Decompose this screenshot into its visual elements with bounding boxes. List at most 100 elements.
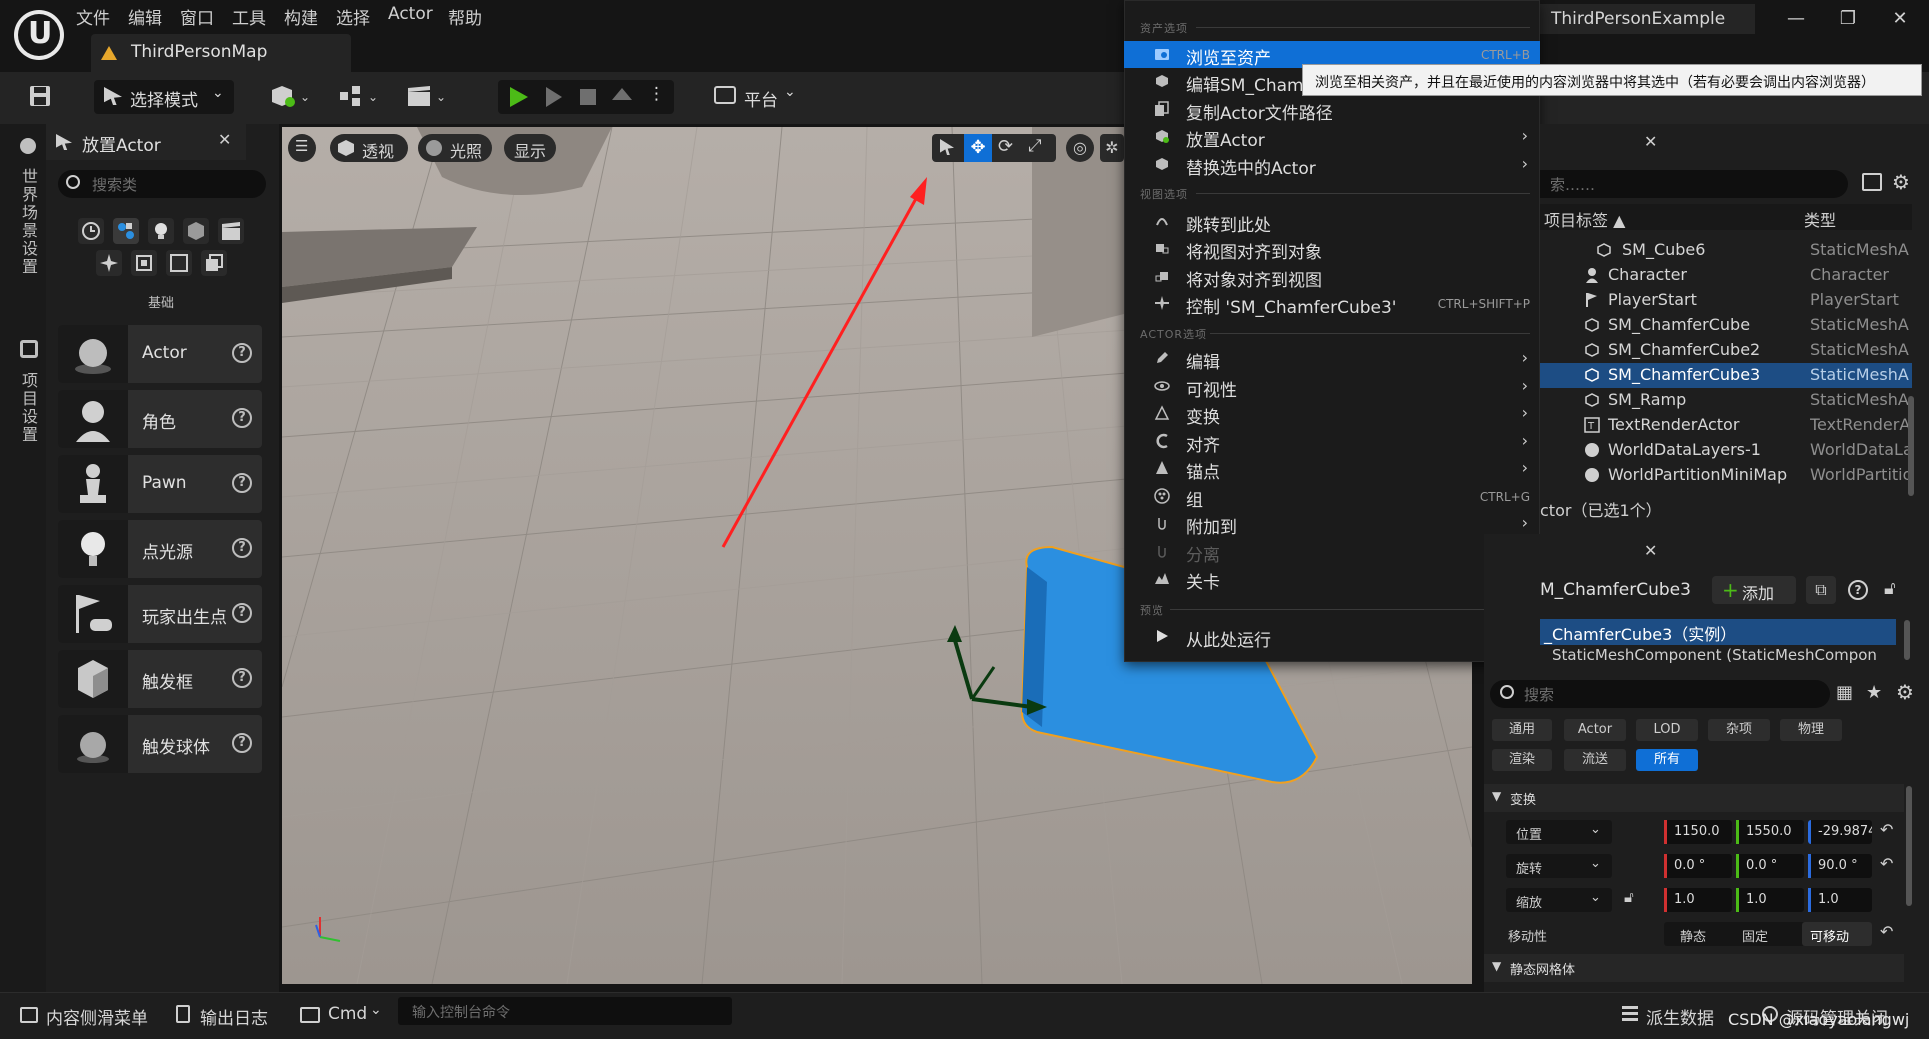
scale-lock-icon[interactable]: 🔓︎ xyxy=(1624,888,1634,906)
rotation-y[interactable]: 0.0 ° xyxy=(1736,854,1804,878)
outliner-scrollbar[interactable] xyxy=(1908,396,1914,496)
world-settings-tab[interactable]: 世界场景设置 xyxy=(16,168,40,276)
outliner-tab[interactable]: ✕ xyxy=(1540,130,1660,158)
volumes-icon[interactable] xyxy=(131,250,157,276)
help-icon[interactable]: ? xyxy=(232,668,252,688)
star-icon[interactable]: ★ xyxy=(1866,682,1882,703)
stop-icon[interactable] xyxy=(580,89,596,105)
help-icon[interactable]: ? xyxy=(232,603,252,623)
rotation-x[interactable]: 0.0 ° xyxy=(1664,854,1732,878)
actor-item-trigger-box[interactable]: 触发框 ? xyxy=(58,650,262,708)
restore-icon[interactable]: ❐ xyxy=(1830,8,1866,34)
settings-icon[interactable]: ⚙ xyxy=(1896,680,1914,704)
console-input[interactable]: 输入控制台命令 xyxy=(398,997,732,1025)
rotation-dropdown[interactable]: 旋转 ⌄ xyxy=(1506,854,1612,878)
help-icon[interactable]: ? xyxy=(1848,580,1868,600)
unreal-logo-icon[interactable]: U xyxy=(14,10,64,60)
outliner-search[interactable]: 索…… xyxy=(1540,170,1848,198)
transform-section-header[interactable]: ▼ 变换 xyxy=(1484,784,1904,812)
menu-snap-view-to-object[interactable]: 将视图对齐到对象 xyxy=(1124,235,1540,263)
reset-icon[interactable]: ↶ xyxy=(1880,820,1893,839)
recent-icon[interactable] xyxy=(78,218,104,244)
minimize-icon[interactable]: — xyxy=(1778,8,1814,34)
basic-icon[interactable] xyxy=(113,218,139,244)
cmd-dropdown[interactable]: Cmd ⌄ xyxy=(300,998,390,1032)
close-icon[interactable]: ✕ xyxy=(1882,8,1918,34)
world-local-icon[interactable]: ◎ xyxy=(1066,134,1094,162)
map-tab[interactable]: ThirdPersonMap xyxy=(91,34,351,72)
content-drawer-button[interactable]: 内容侧滑菜单 xyxy=(20,998,160,1032)
derived-data-button[interactable]: 派生数据 xyxy=(1622,998,1722,1032)
menu-level[interactable]: 关卡 › xyxy=(1124,565,1540,593)
col-type[interactable]: 类型 xyxy=(1804,207,1836,231)
settings-icon[interactable]: ⚙ xyxy=(1892,170,1910,194)
details-scrollbar[interactable] xyxy=(1906,786,1912,906)
help-icon[interactable]: ? xyxy=(232,733,252,753)
project-settings-tab[interactable]: 项目设置 xyxy=(16,372,40,444)
filter-tag-all[interactable]: 所有 xyxy=(1636,749,1698,771)
close-tab-icon[interactable]: ✕ xyxy=(1644,541,1657,560)
menu-visibility[interactable]: 可视性 › xyxy=(1124,373,1540,401)
menu-place-actor[interactable]: 放置Actor › xyxy=(1124,123,1540,151)
save-icon[interactable] xyxy=(28,84,52,108)
menu-edit[interactable]: 编辑 › xyxy=(1124,345,1540,373)
actor-item-pawn[interactable]: Pawn ? xyxy=(58,455,262,513)
outliner-row[interactable]: SM_Ramp StaticMeshA xyxy=(1540,388,1912,413)
output-log-button[interactable]: 输出日志 xyxy=(176,998,286,1032)
menu-jump-here[interactable]: 跳转到此处 xyxy=(1124,208,1540,236)
place-actor-tab[interactable]: 放置Actor ✕ xyxy=(46,124,246,160)
menu-build[interactable]: 构建 xyxy=(284,4,318,29)
folder-add-icon[interactable] xyxy=(1862,173,1882,191)
scale-tool-icon[interactable]: ⤢ xyxy=(1028,136,1042,156)
menu-tools[interactable]: 工具 xyxy=(232,4,266,29)
component-scrollbar[interactable] xyxy=(1904,620,1910,660)
mobility-stationary[interactable]: 固定 xyxy=(1742,926,1768,945)
menu-help[interactable]: 帮助 xyxy=(448,4,482,29)
add-component-button[interactable]: + 添加 xyxy=(1712,576,1796,604)
table-view-icon[interactable]: ▦ xyxy=(1836,682,1853,703)
platform-button[interactable]: 平台 ⌄ xyxy=(714,84,814,111)
cinematics-icon[interactable]: ⌄ xyxy=(406,84,450,108)
details-search[interactable]: 搜索 xyxy=(1490,680,1830,708)
menu-file[interactable]: 文件 xyxy=(76,4,110,29)
location-dropdown[interactable]: 位置 ⌄ xyxy=(1506,820,1612,844)
scale-x[interactable]: 1.0 xyxy=(1664,888,1732,912)
location-x[interactable]: 1150.0 xyxy=(1664,820,1732,844)
place-actor-search[interactable]: 搜索类 xyxy=(58,170,266,198)
location-z[interactable]: -29.9874 xyxy=(1808,820,1872,844)
all-classes-icon[interactable] xyxy=(201,250,227,276)
outliner-row[interactable]: SM_Cube6 StaticMeshA xyxy=(1540,238,1912,263)
component-row[interactable]: StaticMeshComponent (StaticMeshCompon xyxy=(1540,648,1896,664)
perspective-button[interactable]: 透视 xyxy=(330,134,408,162)
menu-play-from-here[interactable]: 从此处运行 xyxy=(1124,623,1540,651)
mobility-movable[interactable]: 可移动 xyxy=(1810,926,1849,945)
filter-tag-rendering[interactable]: 渲染 xyxy=(1492,749,1552,771)
col-label[interactable]: 项目标签 ▲ xyxy=(1544,207,1625,231)
outliner-row[interactable]: SM_ChamferCube2 StaticMeshA xyxy=(1540,338,1912,363)
lights-icon[interactable] xyxy=(148,218,174,244)
actor-item-player-start[interactable]: 玩家出生点 ? xyxy=(58,585,262,643)
menu-copy-actor-path[interactable]: 复制Actor文件路径 xyxy=(1124,96,1540,124)
filter-tag-general[interactable]: 通用 xyxy=(1492,719,1552,741)
select-mode-button[interactable]: 选择模式 ⌄ xyxy=(94,80,234,114)
static-mesh-section-header[interactable]: ▼ 静态网格体 xyxy=(1484,954,1904,982)
add-content-icon[interactable]: ⌄ xyxy=(270,84,314,108)
lock-icon[interactable]: 🔓︎ xyxy=(1884,578,1896,599)
scale-z[interactable]: 1.0 xyxy=(1808,888,1872,912)
outliner-row[interactable]: PlayerStart PlayerStart xyxy=(1540,288,1912,313)
help-icon[interactable]: ? xyxy=(232,538,252,558)
scale-y[interactable]: 1.0 xyxy=(1736,888,1804,912)
blueprint-icon[interactable]: ⌄ xyxy=(338,84,382,108)
move-tool-icon[interactable]: ✥ xyxy=(964,134,992,162)
menu-pilot-actor[interactable]: 控制 'SM_ChamferCube3' CTRL+SHIFT+P xyxy=(1124,290,1540,318)
reset-icon[interactable]: ↶ xyxy=(1880,854,1893,873)
actor-item-trigger-sphere[interactable]: 触发球体 ? xyxy=(58,715,262,773)
filter-tag-streaming[interactable]: 流送 xyxy=(1564,749,1626,771)
play-icon[interactable] xyxy=(510,87,528,107)
snap-icon[interactable]: ✲ xyxy=(1100,134,1124,162)
menu-pivot[interactable]: 锚点 › xyxy=(1124,455,1540,483)
outliner-row[interactable]: T TextRenderActor TextRenderA xyxy=(1540,413,1912,438)
close-tab-icon[interactable]: ✕ xyxy=(1644,132,1657,151)
select-tool-icon[interactable] xyxy=(940,139,954,155)
shapes-icon[interactable] xyxy=(183,218,209,244)
